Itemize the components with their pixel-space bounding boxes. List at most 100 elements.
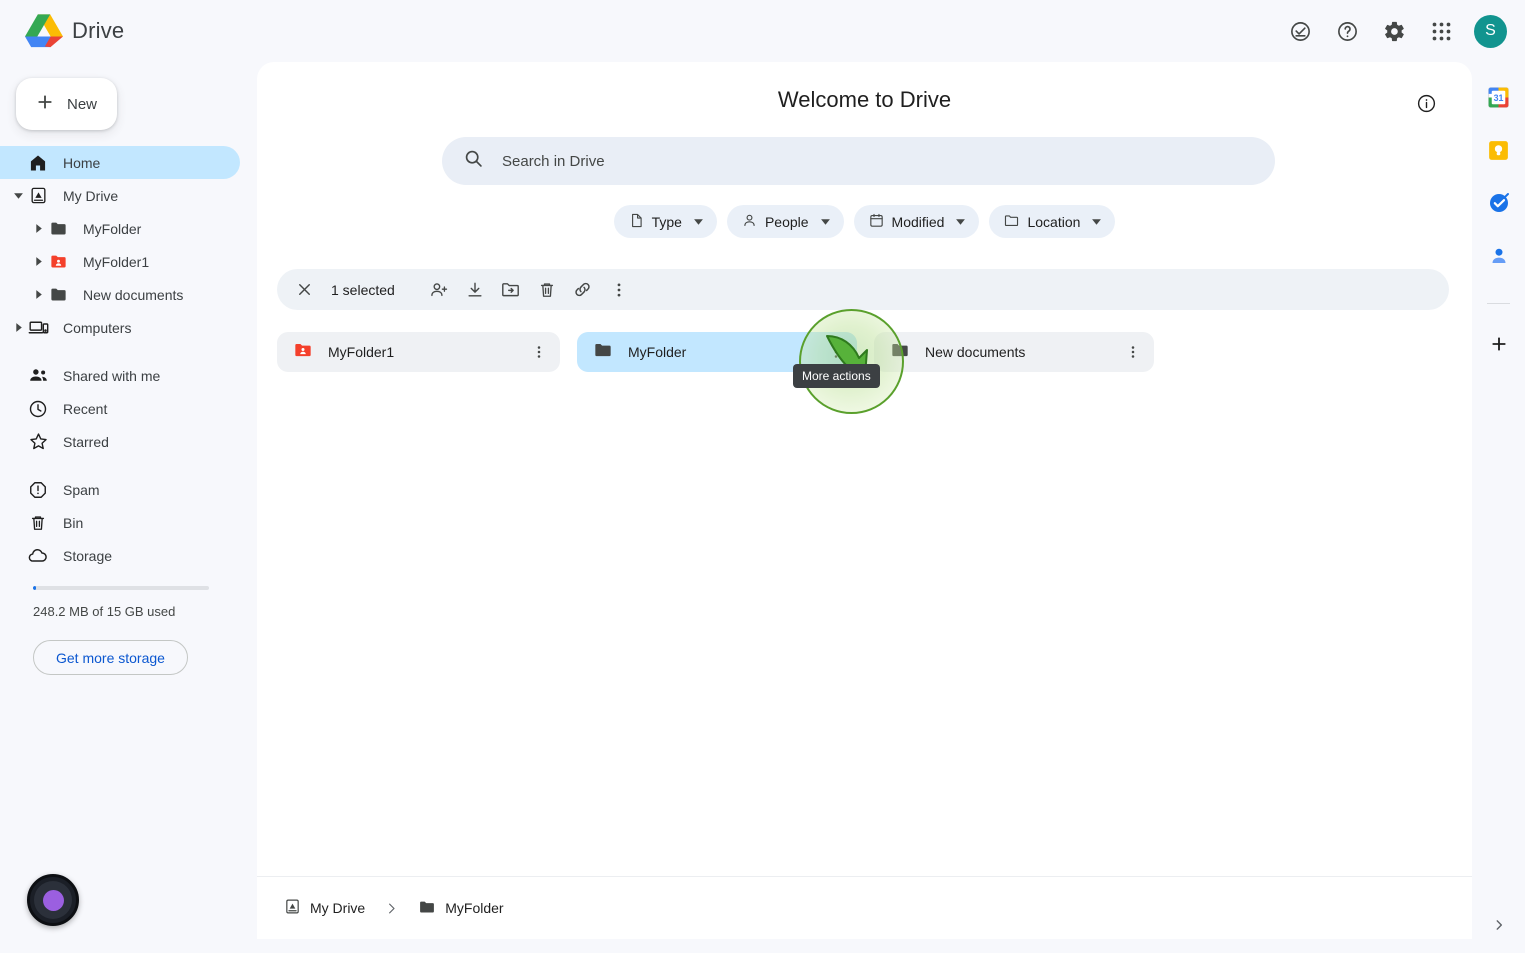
help-icon[interactable]	[1330, 14, 1364, 48]
filter-chip-label: Location	[1027, 213, 1081, 230]
chevron-down-icon	[1091, 214, 1102, 230]
filter-chip-modified[interactable]: Modified	[853, 205, 980, 238]
avatar[interactable]: S	[1474, 14, 1507, 48]
search-bar[interactable]	[442, 137, 1275, 185]
filter-chip-label: People	[764, 213, 809, 230]
settings-gear-icon[interactable]	[1377, 14, 1411, 48]
computer-icon	[26, 317, 50, 338]
sidebar-item-starred[interactable]: Starred	[0, 425, 240, 458]
star-icon	[26, 431, 50, 452]
my-drive-icon	[284, 898, 301, 918]
main-panel: Welcome to Drive Type	[257, 62, 1472, 939]
side-panel-rail: 31	[1472, 62, 1525, 953]
file-card-label: MyFolder	[628, 344, 687, 360]
nav-gap	[0, 344, 257, 359]
more-actions-icon[interactable]	[821, 337, 851, 367]
delete-icon[interactable]	[529, 272, 565, 308]
sidebar-item-storage[interactable]: Storage	[0, 539, 240, 572]
google-contacts-icon[interactable]	[1484, 241, 1514, 271]
share-icon[interactable]	[421, 272, 457, 308]
filter-chip-label: Modified	[891, 213, 945, 230]
sidebar-item-new-documents[interactable]: New documents	[0, 278, 240, 311]
close-icon[interactable]	[286, 272, 322, 308]
folder-icon	[418, 898, 436, 919]
plus-icon	[34, 91, 56, 117]
google-keep-icon[interactable]	[1484, 135, 1514, 165]
sidebar-item-label: Spam	[63, 481, 100, 498]
clock-icon	[26, 399, 50, 419]
sidebar-item-label: Bin	[63, 514, 84, 531]
info-icon[interactable]	[1411, 88, 1441, 118]
google-tasks-icon[interactable]	[1484, 188, 1514, 218]
sidebar-nav: Home My Drive MyFolder MyFolder1 New doc…	[0, 146, 257, 572]
file-card-label: New documents	[925, 344, 1026, 360]
sidebar-item-myfolder[interactable]: MyFolder	[0, 212, 240, 245]
chevron-down-icon	[820, 214, 831, 230]
breadcrumb-item-my-drive[interactable]: My Drive	[277, 893, 372, 923]
copy-link-icon[interactable]	[565, 272, 601, 308]
filter-chip-people[interactable]: People	[726, 205, 844, 238]
expand-panel-chevron-icon[interactable]	[1489, 915, 1509, 935]
activity-check-icon[interactable]	[1283, 14, 1317, 48]
tooltip: More actions	[793, 364, 880, 388]
screen-record-button[interactable]	[27, 874, 79, 926]
chevron-right-icon[interactable]	[10, 322, 26, 333]
new-button[interactable]: New	[16, 78, 117, 130]
new-button-label: New	[67, 95, 98, 113]
sidebar-item-shared-with-me[interactable]: Shared with me	[0, 359, 240, 392]
sidebar-item-label: Starred	[63, 433, 109, 450]
download-icon[interactable]	[457, 272, 493, 308]
rail-divider	[1487, 303, 1510, 304]
search-icon	[463, 148, 484, 174]
shared-folder-icon	[293, 340, 313, 365]
google-calendar-icon[interactable]: 31	[1484, 82, 1514, 112]
more-actions-icon[interactable]	[601, 272, 637, 308]
move-to-folder-icon[interactable]	[493, 272, 529, 308]
sidebar-item-spam[interactable]: Spam	[0, 473, 240, 506]
file-card-myfolder1[interactable]: MyFolder1	[277, 332, 560, 372]
filter-chip-type[interactable]: Type	[613, 205, 717, 238]
folder-icon	[593, 340, 613, 365]
sidebar-item-label: Computers	[63, 319, 132, 336]
more-actions-icon[interactable]	[524, 337, 554, 367]
breadcrumb-item-myfolder[interactable]: MyFolder	[411, 893, 510, 924]
storage-usage-text: 248.2 MB of 15 GB used	[33, 604, 176, 619]
sidebar-item-label: MyFolder1	[83, 253, 150, 270]
storage-progress-bar	[33, 586, 209, 590]
more-actions-icon[interactable]	[1118, 337, 1148, 367]
chevron-right-icon[interactable]	[30, 223, 46, 234]
chevron-right-icon	[384, 901, 399, 916]
file-card-new-documents[interactable]: New documents	[874, 332, 1154, 372]
breadcrumb-label: My Drive	[310, 900, 366, 916]
apps-grid-icon[interactable]	[1424, 14, 1458, 48]
filter-chip-location[interactable]: Location	[989, 205, 1116, 238]
page-title: Welcome to Drive	[777, 87, 952, 112]
add-addon-icon[interactable]	[1484, 329, 1514, 359]
sidebar: New Home My Drive MyFolder MyFolder1 New…	[0, 62, 257, 953]
sidebar-item-label: Recent	[63, 400, 108, 417]
folder-icon	[890, 340, 910, 365]
file-card-list: MyFolder1 MyFolder New documents	[277, 332, 1154, 372]
get-more-storage-button[interactable]: Get more storage	[33, 640, 188, 675]
search-input[interactable]	[502, 152, 1202, 170]
sidebar-item-label: New documents	[83, 286, 184, 303]
my-drive-icon	[26, 186, 50, 205]
nav-gap	[0, 458, 257, 473]
spam-icon	[26, 480, 50, 500]
google-drive-logo	[25, 14, 63, 48]
sidebar-item-recent[interactable]: Recent	[0, 392, 240, 425]
brand[interactable]: Drive	[25, 14, 124, 48]
chevron-down-icon	[955, 214, 966, 230]
chevron-right-icon[interactable]	[30, 289, 46, 300]
record-dot	[42, 889, 64, 911]
breadcrumb-label: MyFolder	[445, 900, 504, 916]
sidebar-item-my-drive[interactable]: My Drive	[0, 179, 240, 212]
chevron-right-icon[interactable]	[30, 256, 46, 267]
chevron-down-icon[interactable]	[10, 190, 26, 201]
selection-count-label: 1 selected	[331, 281, 395, 298]
sidebar-item-bin[interactable]: Bin	[0, 506, 240, 539]
sidebar-item-home[interactable]: Home	[0, 146, 240, 179]
sidebar-item-computers[interactable]: Computers	[0, 311, 240, 344]
sidebar-item-myfolder1[interactable]: MyFolder1	[0, 245, 240, 278]
home-icon	[26, 153, 50, 173]
